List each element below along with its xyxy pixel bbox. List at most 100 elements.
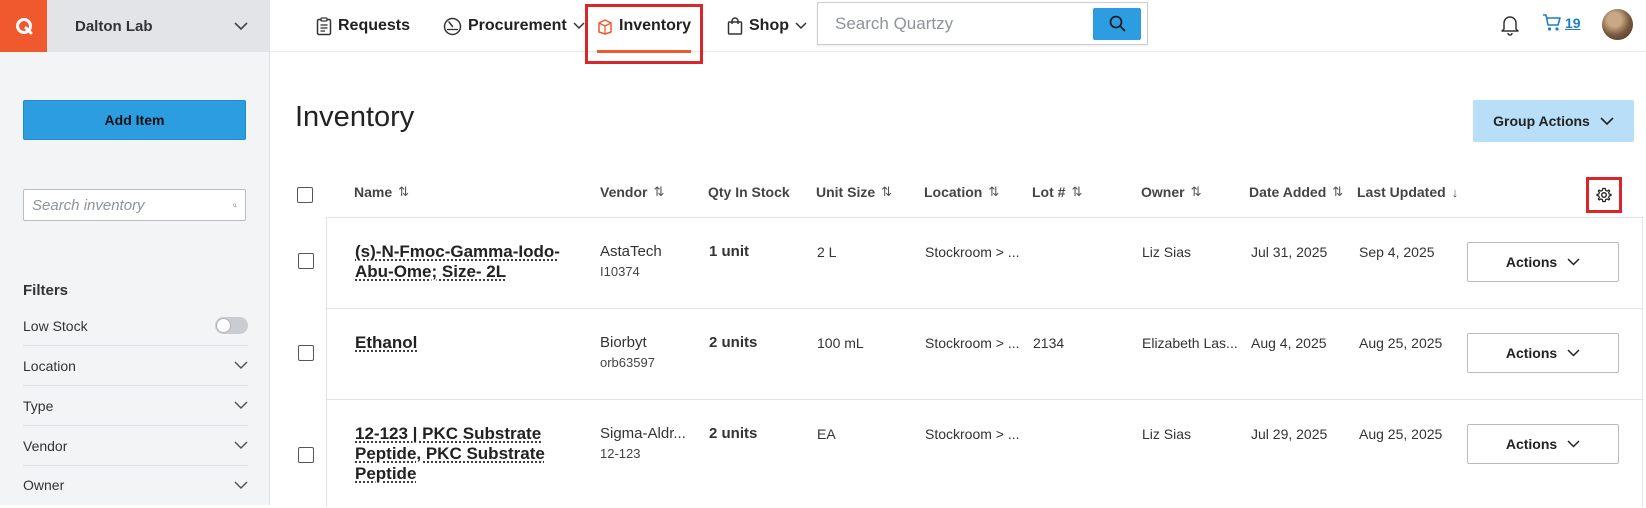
box-icon [598,18,612,35]
column-header-owner[interactable]: Owner ⇅ [1141,184,1201,200]
inventory-search [23,189,246,221]
chevron-down-icon [234,480,248,489]
date-added-cell: Jul 29, 2025 [1251,426,1328,442]
column-label: Lot # [1032,184,1066,200]
last-updated-cell: Aug 25, 2025 [1359,335,1443,351]
column-header-qty[interactable]: Qty In Stock [708,184,790,200]
filter-vendor[interactable]: Vendor [23,426,248,466]
unit-size-cell: EA [817,426,836,442]
active-tab-underline [597,50,691,53]
inventory-search-input[interactable] [32,196,233,214]
filter-type[interactable]: Type [23,386,248,426]
filter-label: Low Stock [23,317,88,334]
sidebar: Dalton Lab Add Item Filters Low Stock Lo… [0,0,270,505]
global-search [817,2,1148,45]
column-header-last-updated[interactable]: Last Updated ↓ [1357,184,1458,200]
column-header-lot[interactable]: Lot # ⇅ [1032,184,1082,200]
column-label: Owner [1141,184,1185,200]
sort-icon: ⇅ [398,184,410,199]
vendor-cell: AstaTech I10374 [600,242,662,282]
nav-requests-label: Requests [338,17,411,34]
owner-cell: Liz Sias [1142,244,1192,260]
actions-label: Actions [1505,345,1558,361]
filter-label: Type [23,397,54,414]
owner-cell: Elizabeth Las... [1142,335,1238,351]
table-row: 12-123 | PKC Substrate Peptide, PKC Subs… [298,400,1642,508]
row-checkbox[interactable] [298,253,314,269]
chevron-down-icon [234,441,248,450]
last-updated-cell: Sep 4, 2025 [1359,244,1435,260]
search-button[interactable] [1093,7,1141,40]
user-avatar[interactable] [1602,9,1633,40]
catalog-number: 12-123 [600,446,641,461]
column-header-location[interactable]: Location ⇅ [924,184,999,200]
unit-size-cell: 100 mL [817,335,864,351]
chevron-down-icon [234,401,248,410]
nav-requests[interactable]: Requests [316,0,410,52]
filter-location[interactable]: Location [23,346,248,386]
row-checkbox[interactable] [298,345,314,361]
actions-label: Actions [1505,436,1558,452]
column-header-vendor[interactable]: Vendor ⇅ [600,184,664,200]
column-label: Vendor [600,184,648,200]
gauge-icon [443,17,462,35]
item-name-link[interactable]: (s)-N-Fmoc-Gamma-Iodo-Abu-Ome; Size- 2L [355,242,570,282]
nav-shop[interactable]: Shop [727,0,807,52]
search-icon [1109,15,1125,32]
clipboard-icon [316,16,332,35]
global-search-input[interactable] [818,3,1093,44]
vendor-cell: Sigma-Aldr... 12-123 [600,424,686,464]
date-added-cell: Aug 4, 2025 [1251,335,1327,351]
lab-name: Dalton Lab [75,17,153,35]
low-stock-toggle[interactable] [215,317,248,334]
column-label: Location [924,184,983,200]
chevron-down-icon [573,22,585,30]
row-actions-button[interactable]: Actions [1467,424,1619,464]
cart-button[interactable]: 19 [1542,13,1581,32]
column-settings-button[interactable] [1586,177,1622,213]
search-icon[interactable] [233,197,237,214]
inventory-table: (s)-N-Fmoc-Gamma-Iodo-Abu-Ome; Size- 2L … [298,217,1643,508]
sort-icon: ⇅ [988,184,1000,199]
filter-owner[interactable]: Owner [23,465,248,505]
filter-low-stock: Low Stock [23,306,248,346]
location-cell: Stockroom > ... [925,426,1020,442]
vendor-cell: Biorbyt orb63597 [600,333,655,373]
chevron-down-icon [1567,440,1580,448]
sort-icon: ⇅ [1190,184,1202,199]
filters-heading: Filters [23,282,69,299]
column-header-unit-size[interactable]: Unit Size ⇅ [816,184,892,200]
filter-label: Vendor [23,437,68,454]
cart-icon [1543,14,1561,31]
item-name-link[interactable]: Ethanol [355,333,570,353]
select-all-checkbox[interactable] [297,187,313,203]
chevron-down-icon [1600,116,1614,125]
nav-inventory[interactable]: Inventory [597,0,691,52]
column-label: Qty In Stock [708,184,790,200]
vendor-name: Biorbyt [600,334,647,351]
group-actions-button[interactable]: Group Actions [1473,100,1634,142]
column-header-name[interactable]: Name ⇅ [354,184,409,200]
row-checkbox[interactable] [298,447,314,463]
notifications-bell-icon[interactable] [1500,14,1520,41]
unit-size-cell: 2 L [817,244,837,260]
filter-label: Owner [23,477,65,493]
owner-cell: Liz Sias [1142,426,1192,442]
shopping-bag-icon [727,17,743,35]
add-item-button[interactable]: Add Item [23,100,246,140]
nav-procurement[interactable]: Procurement [443,0,585,52]
gear-icon [1596,187,1612,203]
lab-selector[interactable]: Dalton Lab [47,0,270,52]
catalog-number: orb63597 [600,355,655,370]
last-updated-cell: Aug 25, 2025 [1359,426,1443,442]
row-actions-button[interactable]: Actions [1467,333,1619,373]
logo-icon [15,18,32,35]
item-name-link[interactable]: 12-123 | PKC Substrate Peptide, PKC Subs… [355,424,570,484]
chevron-down-icon [1567,349,1580,357]
nav-procurement-label: Procurement [468,17,567,34]
quartzy-logo[interactable] [0,0,47,52]
sort-icon: ⇅ [653,184,665,199]
column-header-date-added[interactable]: Date Added ⇅ [1249,184,1343,200]
column-label: Date Added [1249,184,1327,200]
row-actions-button[interactable]: Actions [1467,242,1619,282]
